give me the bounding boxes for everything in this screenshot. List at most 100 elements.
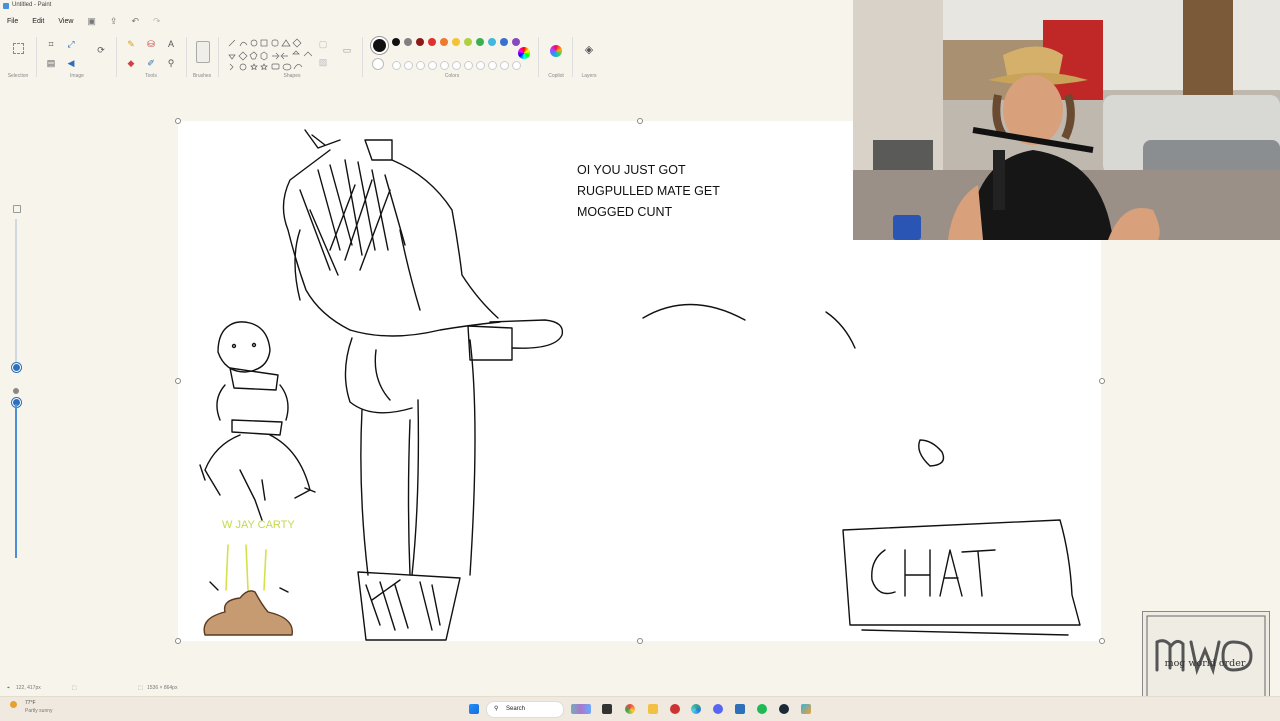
- task-view-icon[interactable]: [602, 704, 612, 714]
- tools-label: Tools: [145, 73, 157, 79]
- canvas-size: 1536 × 864px: [147, 685, 178, 691]
- empty-color-swatch[interactable]: [464, 61, 473, 70]
- discord-icon[interactable]: [713, 704, 723, 714]
- shapes-gallery[interactable]: [226, 37, 316, 73]
- color-swatch[interactable]: [500, 38, 508, 46]
- resize-handle[interactable]: [637, 118, 643, 124]
- spotify-icon[interactable]: [757, 704, 767, 714]
- steam-icon[interactable]: [779, 704, 789, 714]
- color-swatch[interactable]: [392, 38, 400, 46]
- brushes-group: Brushes: [188, 33, 216, 83]
- file-explorer-icon[interactable]: [648, 704, 658, 714]
- rotate-icon[interactable]: ⟳: [96, 45, 106, 55]
- menu-view[interactable]: View: [58, 18, 73, 25]
- slider-top-icon: [13, 205, 21, 213]
- canvas-size-icon: ⬚: [138, 685, 143, 691]
- save-icon[interactable]: ▣: [87, 16, 96, 27]
- share-icon[interactable]: ⇪: [110, 16, 118, 27]
- widgets-icon[interactable]: [571, 704, 591, 714]
- size-slider-knob[interactable]: [12, 363, 21, 372]
- weather-icon: [10, 701, 17, 708]
- canvas-text-line: OI YOU JUST GOT: [577, 163, 686, 177]
- color-swatch[interactable]: [464, 38, 472, 46]
- fill-icon[interactable]: ▨: [318, 57, 328, 67]
- color-swatch[interactable]: [476, 38, 484, 46]
- empty-color-swatch[interactable]: [404, 61, 413, 70]
- color-picker-icon[interactable]: ✐: [146, 58, 156, 68]
- magnifier-icon[interactable]: ⚲: [166, 58, 176, 68]
- taskbar-search[interactable]: ⚲ Search: [486, 701, 564, 718]
- calculator-icon[interactable]: [735, 704, 745, 714]
- color-swatch[interactable]: [440, 38, 448, 46]
- divider: [218, 37, 219, 77]
- rainbow-color-icon[interactable]: [518, 47, 530, 59]
- webcam-overlay: [853, 0, 1280, 240]
- selection-group: Selection: [0, 33, 36, 83]
- empty-color-swatch[interactable]: [440, 61, 449, 70]
- resize-handle[interactable]: [1099, 378, 1105, 384]
- select-rectangle-icon[interactable]: [13, 43, 24, 54]
- divider: [186, 37, 187, 77]
- color-swatch[interactable]: [452, 38, 460, 46]
- resize-handle[interactable]: [175, 118, 181, 124]
- layers-icon[interactable]: ◈: [584, 45, 594, 56]
- eraser-icon[interactable]: ◆: [126, 58, 136, 68]
- shape-more-icon[interactable]: ▭: [342, 45, 352, 55]
- chrome-icon[interactable]: [625, 704, 635, 714]
- color-swatch[interactable]: [428, 38, 436, 46]
- search-label: Search: [506, 706, 526, 712]
- secondary-color-swatch[interactable]: [372, 58, 384, 70]
- pencil-icon[interactable]: ✎: [126, 39, 136, 49]
- empty-color-swatch[interactable]: [488, 61, 497, 70]
- crop-icon[interactable]: ⌗: [46, 39, 56, 49]
- resize-handle[interactable]: [175, 638, 181, 644]
- color-swatch[interactable]: [488, 38, 496, 46]
- brushes-label: Brushes: [192, 73, 212, 79]
- opacity-slider-track: [15, 404, 17, 558]
- edge-icon[interactable]: [691, 704, 701, 714]
- fill-bucket-icon[interactable]: ⛁: [146, 39, 156, 49]
- selection-icon: ⬚: [72, 685, 77, 691]
- layers-group: ◈ Layers: [576, 33, 602, 83]
- copilot-group: Copilot: [542, 33, 570, 83]
- search-icon: ⚲: [494, 706, 499, 712]
- copilot-icon[interactable]: [550, 45, 562, 57]
- empty-color-swatch[interactable]: [476, 61, 485, 70]
- empty-color-swatch[interactable]: [416, 61, 425, 70]
- tools-group: ✎ ⛁ A ◆ ✐ ⚲ Tools: [120, 33, 182, 83]
- image-select-icon[interactable]: ▤: [46, 58, 56, 68]
- color-swatch[interactable]: [512, 38, 520, 46]
- outline-icon[interactable]: ▢: [318, 39, 328, 49]
- divider: [116, 37, 117, 77]
- canvas-text-line: MOGGED CUNT: [577, 205, 673, 219]
- webcam-feed-image: [853, 0, 1280, 240]
- empty-color-swatch[interactable]: [392, 61, 401, 70]
- opacity-slider[interactable]: [10, 388, 22, 560]
- text-tool-icon[interactable]: A: [166, 39, 176, 49]
- resize-handle[interactable]: [1099, 638, 1105, 644]
- brush-icon[interactable]: [196, 41, 210, 63]
- empty-color-swatch[interactable]: [452, 61, 461, 70]
- paint-taskbar-icon[interactable]: [801, 704, 811, 714]
- empty-color-swatch[interactable]: [512, 61, 521, 70]
- empty-color-swatch[interactable]: [428, 61, 437, 70]
- flip-icon[interactable]: ◀: [66, 58, 76, 68]
- redo-icon[interactable]: ↷: [153, 16, 161, 27]
- color-swatch[interactable]: [416, 38, 424, 46]
- menu-file[interactable]: File: [7, 18, 18, 25]
- undo-icon[interactable]: ↶: [131, 16, 139, 27]
- empty-color-swatch[interactable]: [500, 61, 509, 70]
- resize-handle[interactable]: [637, 638, 643, 644]
- resize-icon[interactable]: ⤢: [66, 39, 76, 49]
- windows-start-icon[interactable]: [469, 704, 479, 714]
- resize-handle[interactable]: [175, 378, 181, 384]
- selection-label: Selection: [7, 73, 29, 79]
- jay-carty-text: W JAY CARTY: [222, 519, 295, 531]
- primary-color-swatch[interactable]: [371, 37, 388, 54]
- menu-edit[interactable]: Edit: [32, 18, 44, 25]
- title-bar: Untitled - Paint: [0, 0, 860, 12]
- divider: [572, 37, 573, 77]
- brush-size-slider[interactable]: [10, 205, 22, 372]
- color-swatch[interactable]: [404, 38, 412, 46]
- app-icon[interactable]: [670, 704, 680, 714]
